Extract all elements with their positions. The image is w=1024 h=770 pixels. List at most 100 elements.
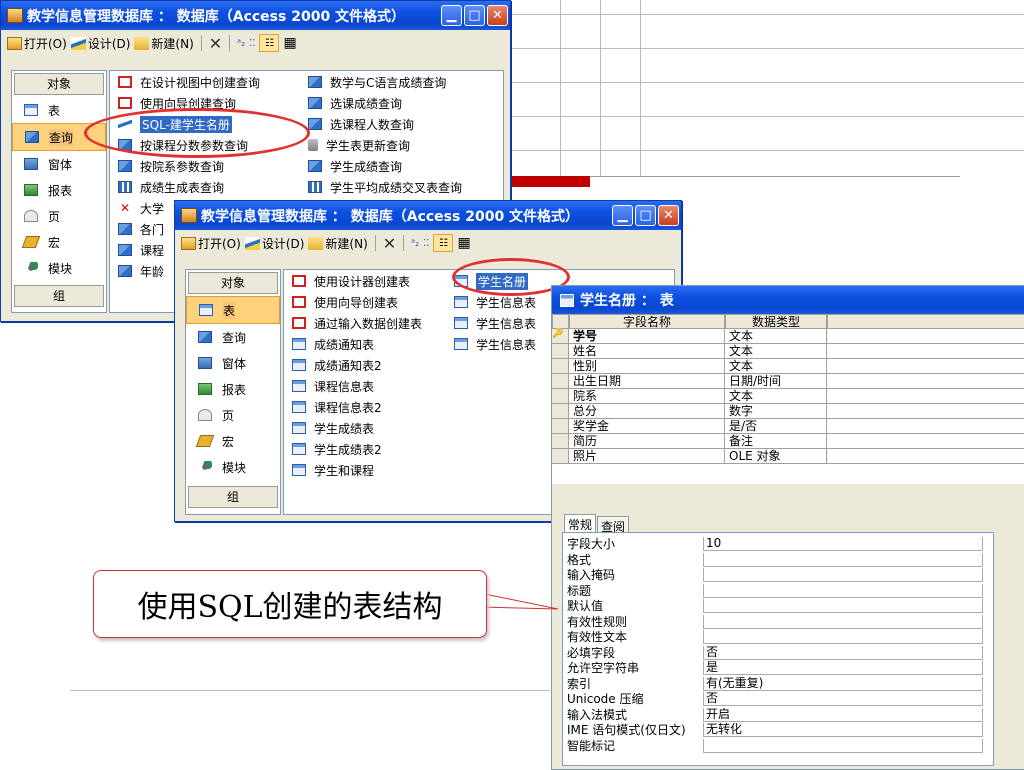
list-item[interactable]: 课程 [118,241,164,259]
list-item[interactable]: 使用设计器创建表 [292,272,410,290]
list-item[interactable]: 学生和课程 [292,461,374,479]
object-pages[interactable]: 页 [12,203,106,229]
field-row[interactable]: 照片 OLE 对象 [552,449,1024,464]
list-item[interactable]: 成绩生成表查询 [118,178,224,196]
description-cell[interactable] [827,404,1024,419]
close-button[interactable]: ✕ [487,5,508,26]
property-value[interactable]: 无转化 [703,723,983,737]
description-cell[interactable] [827,344,1024,359]
property-value[interactable]: 是 [703,661,983,675]
field-row[interactable]: 院系 文本 [552,389,1024,404]
field-name-cell[interactable]: 姓名 [569,344,725,359]
field-row[interactable]: 总分 数字 [552,404,1024,419]
property-value[interactable]: 否 [703,692,983,706]
data-type-cell[interactable]: 文本 [725,359,827,374]
object-modules[interactable]: 模块 [12,255,106,281]
field-name-cell[interactable]: 性别 [569,359,725,374]
new-button[interactable]: 新建(N) [134,35,194,52]
field-row[interactable]: 姓名 文本 [552,344,1024,359]
description-cell[interactable] [827,359,1024,374]
list-item[interactable]: 学生成绩表 [292,419,374,437]
description-cell[interactable] [827,389,1024,404]
object-macros[interactable]: 宏 [12,229,106,255]
field-row[interactable]: 性别 文本 [552,359,1024,374]
row-selector[interactable] [552,434,569,449]
object-forms[interactable]: 窗体 [12,151,106,177]
new-button[interactable]: 新建(N) [308,235,368,252]
design-button[interactable]: 设计(D) [244,235,304,252]
data-type-cell[interactable]: 文本 [725,329,827,344]
row-selector[interactable] [552,404,569,419]
field-name-cell[interactable]: 总分 [569,404,725,419]
property-value[interactable]: 10 [703,537,983,551]
primary-key-icon[interactable]: 🔑 [552,329,569,344]
property-value[interactable] [703,583,983,598]
list-item[interactable]: 学生成绩查询 [308,157,402,175]
row-selector[interactable] [552,344,569,359]
list-item[interactable]: 按院系参数查询 [118,157,224,175]
minimize-button[interactable]: ▁ [441,5,462,26]
list-item[interactable]: 学生信息表 [454,335,536,353]
row-selector[interactable] [552,389,569,404]
design-button[interactable]: 设计(D) [70,35,130,52]
object-tables[interactable]: 表 [186,296,280,324]
small-icons-icon[interactable]: ⁚⁚ [249,38,255,49]
list-view-icon[interactable]: ☷ [433,234,454,252]
delete-icon[interactable]: ✕ [383,234,396,253]
list-item[interactable]: 学生平均成绩交叉表查询 [308,178,462,196]
list-item[interactable]: 选课成绩查询 [308,94,402,112]
list-item[interactable]: 学生信息表 [454,314,536,332]
list-item[interactable]: 各门 [118,220,164,238]
data-type-cell[interactable]: 数字 [725,404,827,419]
list-item[interactable]: 课程信息表2 [292,398,382,416]
field-name-cell[interactable]: 简历 [569,434,725,449]
object-pages[interactable]: 页 [186,402,280,428]
description-cell[interactable] [827,434,1024,449]
description-cell[interactable] [827,374,1024,389]
row-selector[interactable] [552,374,569,389]
description-cell[interactable] [827,329,1024,344]
field-name-cell[interactable]: 院系 [569,389,725,404]
data-type-cell[interactable]: 日期/时间 [725,374,827,389]
field-name-cell[interactable]: 照片 [569,449,725,464]
large-icons-icon[interactable]: ᵃ₂ [411,238,419,249]
field-row[interactable]: 出生日期 日期/时间 [552,374,1024,389]
object-tables[interactable]: 表 [12,97,106,123]
property-value[interactable] [703,614,983,629]
list-item[interactable]: 学生表更新查询 [308,136,410,154]
field-name-cell[interactable]: 学号 [569,329,725,344]
list-view-icon[interactable]: ☷ [259,34,280,52]
property-value[interactable]: 否 [703,645,983,660]
list-item[interactable]: 课程信息表 [292,377,374,395]
property-value[interactable] [703,630,983,644]
list-item[interactable]: 成绩通知表 [292,335,374,353]
property-value[interactable]: 有(无重复) [703,676,983,691]
maximize-button[interactable]: □ [464,5,485,26]
property-value[interactable] [703,599,983,613]
close-button[interactable]: ✕ [658,205,679,226]
list-item[interactable]: 年龄 [118,262,164,280]
object-queries[interactable]: 查询 [186,324,280,350]
list-item[interactable]: 数学与C语言成绩查询 [308,73,446,91]
delete-icon[interactable]: ✕ [209,34,222,53]
object-forms[interactable]: 窗体 [186,350,280,376]
list-item[interactable]: 学生成绩表2 [292,440,382,458]
data-type-cell[interactable]: 文本 [725,389,827,404]
description-cell[interactable] [827,449,1024,464]
field-name-cell[interactable]: 出生日期 [569,374,725,389]
small-icons-icon[interactable]: ⁚⁚ [423,238,429,249]
list-item[interactable]: 在设计视图中创建查询 [118,73,260,91]
object-reports[interactable]: 报表 [12,177,106,203]
row-selector[interactable] [552,419,569,434]
minimize-button[interactable]: ▁ [612,205,633,226]
details-view-icon[interactable]: ▦ [283,35,296,51]
description-cell[interactable] [827,419,1024,434]
object-macros[interactable]: 宏 [186,428,280,454]
data-type-cell[interactable]: OLE 对象 [725,449,827,464]
field-row[interactable]: 奖学金 是/否 [552,419,1024,434]
property-value[interactable]: 开启 [703,707,983,722]
data-type-cell[interactable]: 是/否 [725,419,827,434]
list-item[interactable]: 通过输入数据创建表 [292,314,422,332]
open-button[interactable]: 打开(O) [7,35,67,52]
row-selector[interactable] [552,449,569,464]
